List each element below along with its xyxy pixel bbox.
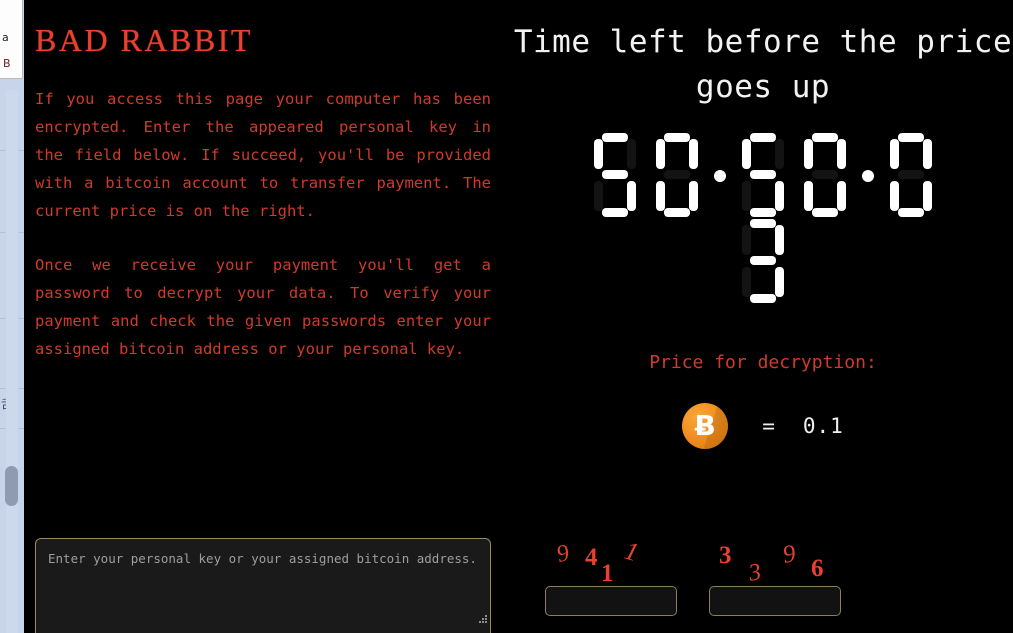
segment-a [750,133,776,142]
captcha-char: 4 [585,544,598,571]
bitcoin-symbol: Ƀ [694,409,716,442]
timer-digit-5 [888,132,934,218]
ransom-paragraph-2: Once we receive your payment you'll get … [35,256,491,358]
segment-f [890,139,899,169]
captcha-row: 9411 3396 [513,534,1013,633]
captcha-group-1: 9411 [545,534,677,633]
segment-g [602,170,628,179]
captcha-char: 1 [621,535,642,568]
segment-d [602,208,628,217]
segment-c [775,267,784,297]
segment-f [742,139,751,169]
price-label: Price for decryption: [649,352,877,373]
segment-f [742,225,751,255]
segment-e [742,267,751,297]
segment-a [812,133,838,142]
segment-c [689,181,698,211]
segment-d [750,208,776,217]
background-scrollbar-track[interactable] [5,90,18,633]
segment-a [898,133,924,142]
timer-separator-1 [712,132,728,218]
segment-b [689,139,698,169]
ransom-note-page: BAD RABBIT If you access this page your … [24,0,1013,633]
segment-b [837,139,846,169]
captcha-char: 9 [554,539,572,569]
equals-sign: = [762,414,775,438]
background-scrollbar-thumb[interactable] [5,466,18,506]
segment-g [750,170,776,179]
segment-c [837,181,846,211]
segment-c [923,181,932,211]
segment-a [750,219,776,228]
background-desktop-strip: a B 舌 [0,0,24,633]
segment-d [812,208,838,217]
page-title: BAD RABBIT [35,22,253,58]
segment-d [750,294,776,303]
bitcoin-icon: Ƀ [682,403,729,449]
captcha-char: 6 [811,555,824,582]
price-value: 0.1 [802,414,844,438]
segment-b [775,225,784,255]
segment-c [627,181,636,211]
price-row: Ƀ = 0.1 [513,403,1013,449]
background-glyph-a: a [2,31,9,44]
segment-b [923,139,932,169]
segment-e [804,181,813,211]
ransom-paragraph-1: If you access this page your computer ha… [35,90,491,220]
countdown-timer [513,132,1013,304]
segment-a [602,133,628,142]
captcha-input-2[interactable] [709,586,841,616]
captcha-group-2: 3396 [709,534,841,633]
segment-g [750,256,776,265]
segment-e [890,181,899,211]
captcha-char: 3 [719,542,732,569]
segment-b [775,139,784,169]
segment-e [742,181,751,211]
right-column: Time left before the price goes up Price… [513,0,1013,633]
background-glyph-b: B [3,57,11,70]
countdown-heading: Time left before the price goes up [513,24,1013,105]
segment-f [594,139,603,169]
segment-c [775,181,784,211]
segment-e [594,181,603,211]
personal-key-input[interactable] [35,538,491,633]
captcha-char: 3 [746,559,764,587]
captcha-image-2: 3396 [709,534,841,587]
timer-separator-2 [860,132,876,218]
timer-digit-3 [740,132,786,218]
personal-key-area [35,538,491,633]
segment-d [898,208,924,217]
segment-e [656,181,665,211]
segment-b [627,139,636,169]
timer-digit-1 [592,132,638,218]
timer-digit-2 [654,132,700,218]
segment-f [656,139,665,169]
segment-g [898,170,924,179]
captcha-image-1: 9411 [545,534,677,586]
captcha-char: 1 [601,560,614,587]
segment-g [812,170,838,179]
segment-d [664,208,690,217]
segment-g [664,170,690,179]
segment-f [804,139,813,169]
captcha-char: 9 [780,540,798,569]
segment-a [664,133,690,142]
captcha-input-1[interactable] [545,586,677,616]
timer-digit-4 [802,132,848,218]
timer-digit-6 [740,218,786,304]
